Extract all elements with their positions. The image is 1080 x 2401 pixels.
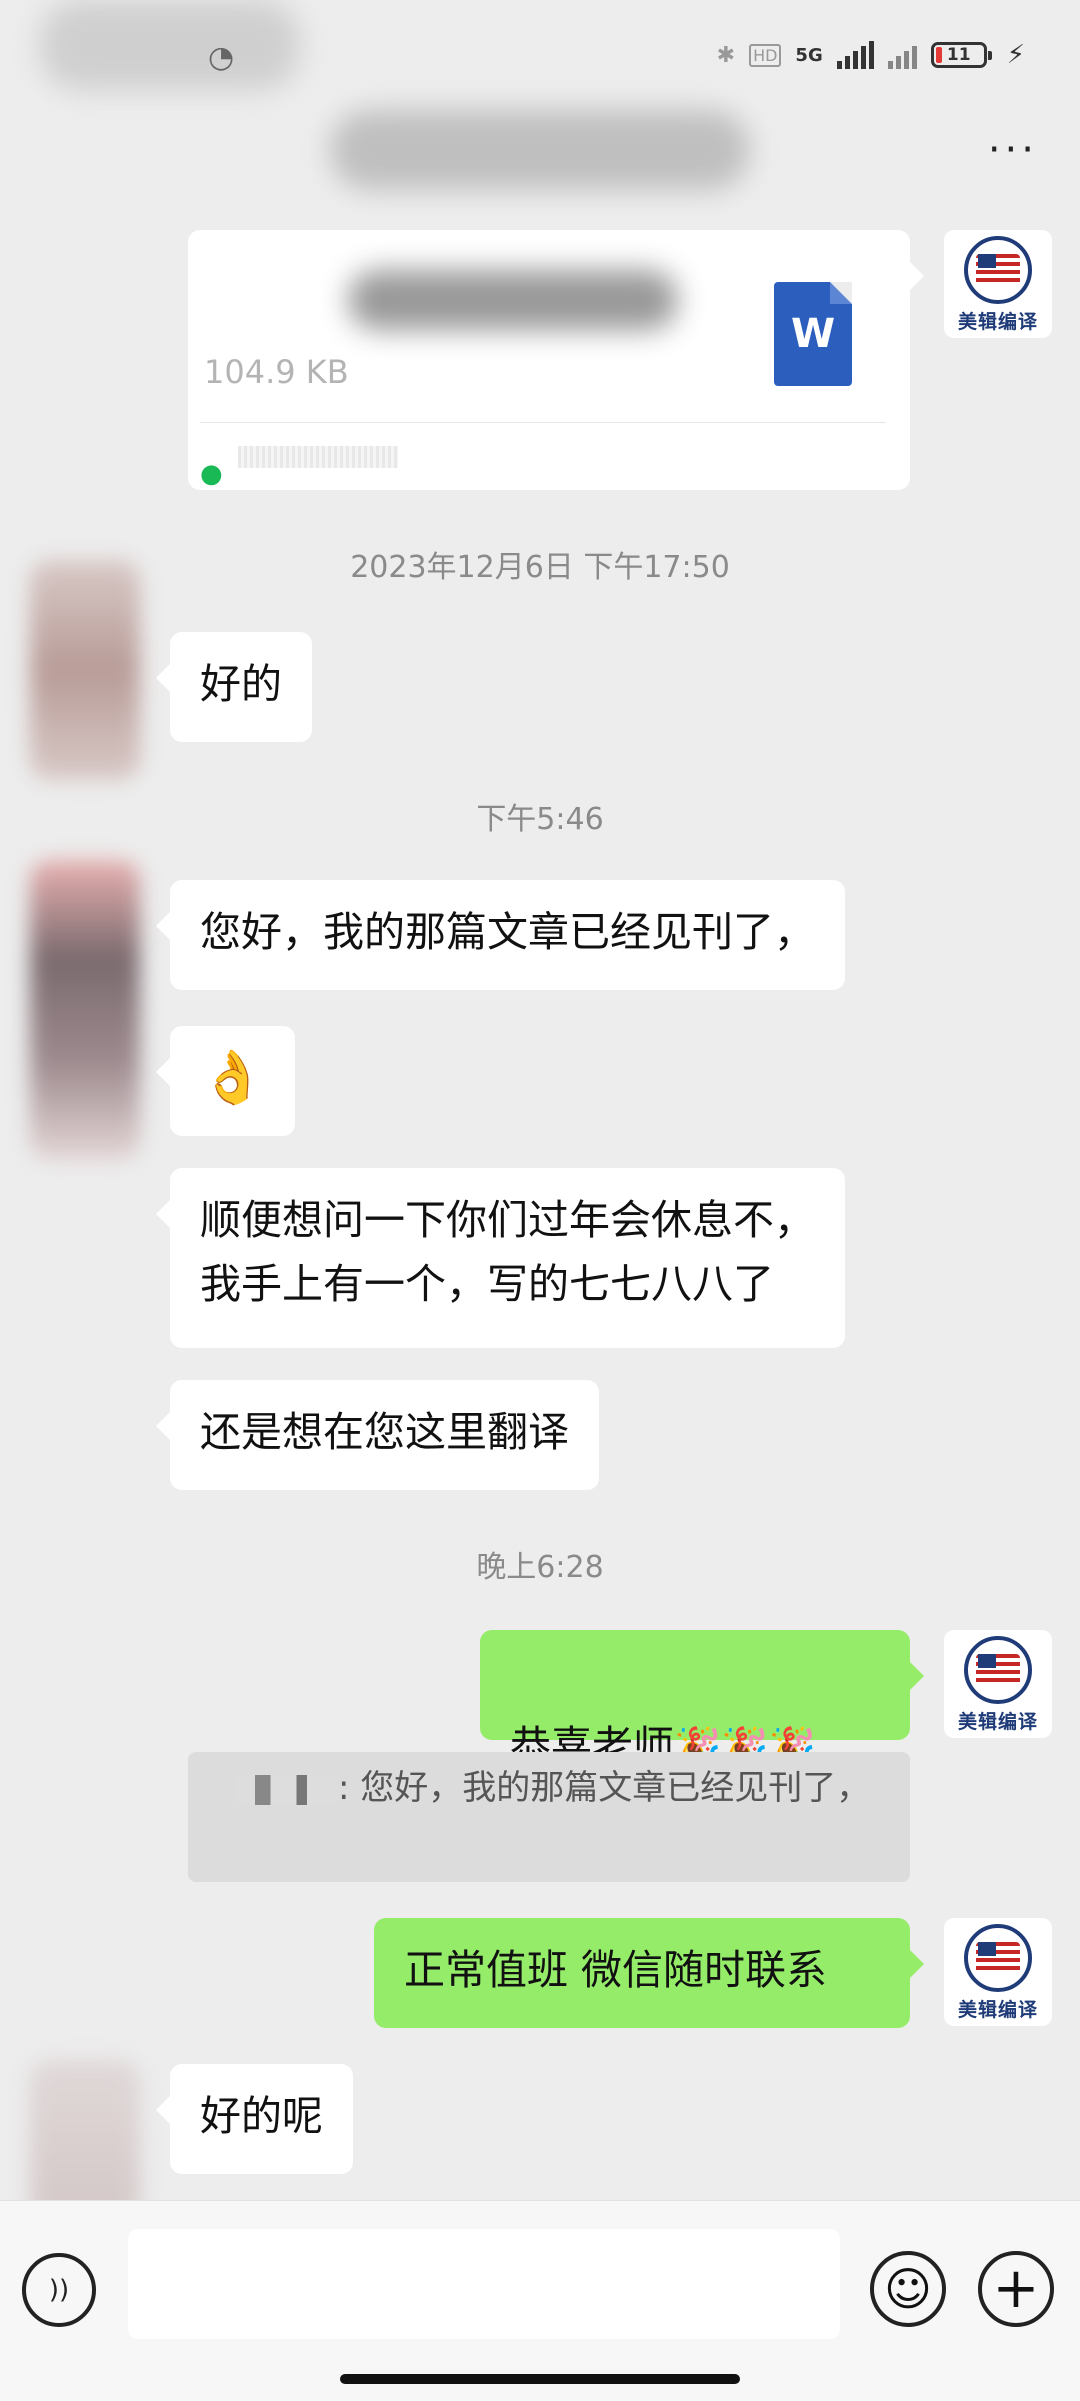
- timestamp: 晚上6:28: [476, 1550, 604, 1585]
- hd-icon: HD: [749, 43, 782, 67]
- emoji-icon[interactable]: ☺: [870, 2251, 946, 2327]
- wechat-mini-icon: ●: [200, 459, 223, 489]
- divider: [200, 422, 886, 423]
- network-label: 5G: [795, 44, 823, 66]
- message-bubble[interactable]: 您好，我的那篇文章已经见刊了，: [156, 880, 845, 990]
- avatar-other[interactable]: [30, 560, 140, 780]
- message-input[interactable]: [128, 2229, 840, 2339]
- avatar-label: 美辑编译: [957, 1711, 1038, 1733]
- file-name-blurred: [348, 270, 678, 330]
- message-bubble[interactable]: 好的呢: [156, 2064, 353, 2174]
- file-message[interactable]: 104.9 KB W ●: [188, 230, 924, 490]
- logo-icon: [964, 1924, 1032, 1992]
- battery-level: 11: [946, 45, 971, 65]
- file-size: 104.9 KB: [204, 353, 349, 391]
- avatar-label: 美辑编译: [957, 1999, 1038, 2021]
- quoted-text: : 您好，我的那篇文章已经见刊了，: [338, 1768, 871, 1808]
- quoted-sender-blurred: [234, 1774, 338, 1805]
- timestamp: 下午5:46: [476, 802, 604, 837]
- signal-2-icon: [887, 41, 917, 69]
- avatar-self[interactable]: 美辑编译: [944, 230, 1052, 338]
- plus-icon[interactable]: +: [978, 2251, 1054, 2327]
- emoji-message-bubble[interactable]: 👌: [156, 1026, 295, 1136]
- battery-icon: 11: [930, 42, 992, 68]
- message-bubble[interactable]: 顺便想问一下你们过年会休息不， 我手上有一个，写的七七八八了: [156, 1168, 845, 1348]
- avatar-other[interactable]: [30, 2060, 140, 2220]
- self-message-bubble[interactable]: 正常值班 微信随时联系: [374, 1918, 924, 2028]
- avatar-label: 美辑编译: [957, 311, 1038, 333]
- status-blur: [40, 0, 300, 90]
- more-options-icon[interactable]: ···: [988, 130, 1038, 170]
- home-indicator[interactable]: [340, 2374, 740, 2384]
- quoted-message[interactable]: : 您好，我的那篇文章已经见刊了，: [188, 1752, 910, 1882]
- signal-icon: [836, 41, 874, 69]
- timestamp: 2023年12月6日 下午17:50: [350, 550, 730, 585]
- file-source-blurred: [238, 446, 398, 468]
- message-bubble[interactable]: 还是想在您这里翻译: [156, 1380, 599, 1490]
- voice-input-icon[interactable]: )): [22, 2253, 96, 2327]
- word-file-icon: W: [774, 282, 852, 386]
- chat-title-blurred: [330, 110, 750, 190]
- status-icons: ✱ HD 5G 11 ⚡: [717, 40, 1025, 70]
- avatar-self[interactable]: 美辑编译: [944, 1918, 1052, 2026]
- charging-icon: ⚡: [1006, 40, 1025, 70]
- bluetooth-icon: ✱: [716, 42, 736, 68]
- input-bar: )) ☺ +: [0, 2200, 1080, 2401]
- avatar-self[interactable]: 美辑编译: [944, 1630, 1052, 1738]
- logo-icon: [964, 1636, 1032, 1704]
- avatar-other[interactable]: [30, 860, 140, 1160]
- self-message-bubble[interactable]: 恭喜老师🎉🎉🎉: [480, 1630, 924, 1770]
- logo-icon: [964, 236, 1032, 304]
- status-bar: ◔ ✱ HD 5G 11 ⚡: [0, 0, 1080, 90]
- message-bubble[interactable]: 好的: [156, 632, 312, 742]
- wifi-icon: ◔: [208, 40, 235, 75]
